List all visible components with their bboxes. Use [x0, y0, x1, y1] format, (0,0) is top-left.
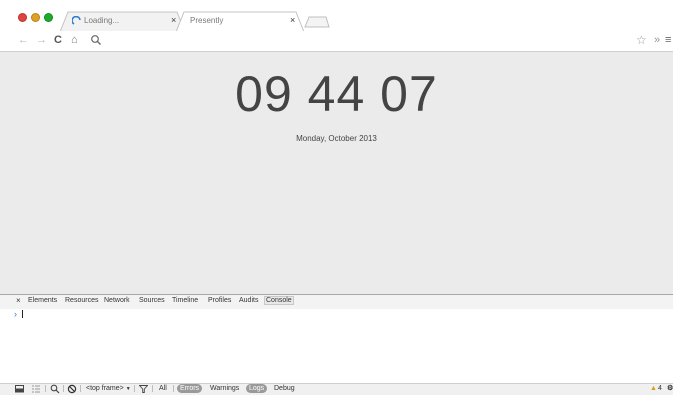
devtools-tab-elements[interactable]: Elements — [28, 297, 57, 304]
zoom-window-button[interactable] — [44, 13, 53, 22]
settings-gear-icon[interactable]: ⚙ — [667, 384, 673, 393]
warning-count[interactable]: 4 — [658, 384, 662, 393]
devtools-tab-bar — [0, 294, 673, 310]
devtools-tab-sources[interactable]: Sources — [139, 297, 165, 304]
separator — [63, 385, 64, 392]
separator — [80, 385, 81, 392]
filter-warnings[interactable]: Warnings — [210, 384, 239, 393]
devtools-tab-timeline[interactable]: Timeline — [172, 297, 198, 304]
tab-title: Presently — [190, 16, 224, 25]
chrome-menu-button[interactable]: ≡ — [665, 33, 671, 47]
separator — [152, 385, 153, 392]
address-bar-input[interactable] — [104, 33, 628, 49]
separator — [134, 385, 135, 392]
filter-debug[interactable]: Debug — [274, 384, 295, 393]
bookmark-star-icon[interactable]: ☆ — [636, 33, 647, 47]
console-prompt-icon: › — [14, 309, 17, 319]
tab-title: Loading... — [84, 16, 120, 25]
back-button[interactable]: ← — [18, 33, 29, 47]
filter-icon[interactable] — [139, 385, 148, 393]
filter-logs[interactable]: Logs — [246, 384, 268, 393]
devtools-tab-network[interactable]: Network — [104, 297, 130, 304]
devtools-close-button[interactable]: × — [16, 296, 21, 305]
tab-presently[interactable]: Presently × — [176, 11, 304, 32]
chevron-down-icon: ▼ — [125, 386, 131, 392]
home-button[interactable]: ⌂ — [71, 33, 78, 47]
console-caret — [22, 310, 23, 318]
close-window-button[interactable] — [18, 13, 27, 22]
inspect-search-icon[interactable] — [50, 384, 60, 394]
tab-loading[interactable]: Loading... × — [60, 11, 185, 32]
clear-console-icon[interactable] — [67, 384, 77, 394]
tab-close-button[interactable]: × — [290, 15, 295, 25]
devtools-tab-audits[interactable]: Audits — [239, 297, 258, 304]
filter-all[interactable]: All — [159, 384, 167, 393]
filter-errors[interactable]: Errors — [177, 384, 203, 393]
minimize-window-button[interactable] — [31, 13, 40, 22]
loading-spinner-icon — [72, 16, 81, 25]
reload-button[interactable]: C — [54, 33, 62, 47]
devtools-tab-profiles[interactable]: Profiles — [208, 297, 231, 304]
frame-select[interactable]: <top frame> ▼ — [86, 384, 131, 394]
console-output[interactable] — [0, 309, 673, 383]
clock-time: 09 44 07 — [235, 66, 438, 122]
show-drawer-icon[interactable] — [31, 385, 41, 393]
separator — [173, 385, 174, 392]
clock-date: Monday, October 2013 — [296, 134, 377, 143]
frame-select-value: <top frame> — [86, 385, 124, 392]
devtools-tab-resources[interactable]: Resources — [65, 297, 98, 304]
separator — [45, 385, 46, 392]
devtools-tab-console[interactable]: Console — [264, 296, 294, 305]
new-tab-button[interactable] — [304, 16, 330, 28]
search-icon — [91, 35, 101, 45]
extensions-overflow-button[interactable]: » — [654, 33, 660, 47]
warning-triangle-icon[interactable]: ▲ — [650, 384, 657, 393]
forward-button[interactable]: → — [36, 33, 47, 47]
dock-side-icon[interactable] — [15, 385, 25, 393]
